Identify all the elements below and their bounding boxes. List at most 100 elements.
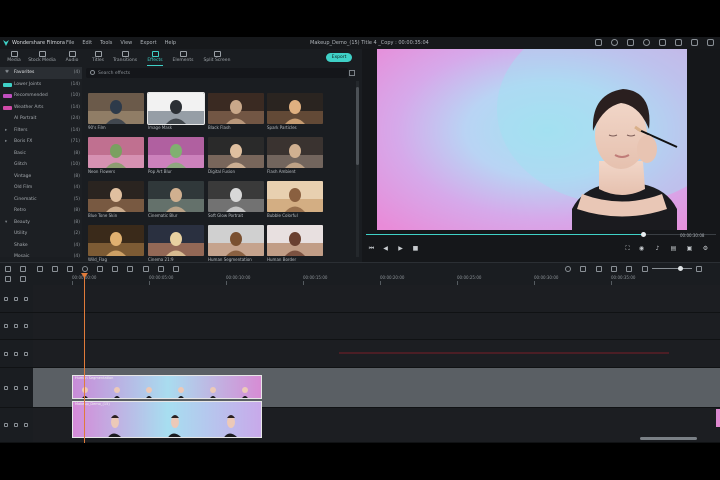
track-lane[interactable] [33, 313, 720, 340]
menu-tools[interactable]: Tools [100, 40, 112, 46]
notification-icon[interactable] [643, 39, 650, 46]
more-tools-icon[interactable] [173, 266, 179, 272]
render-icon[interactable]: ▤ [670, 245, 677, 252]
menu-help[interactable]: Help [165, 40, 176, 46]
track-lane[interactable] [33, 340, 720, 368]
effect-thumbnail[interactable] [267, 181, 323, 212]
track-lock-icon[interactable] [14, 351, 18, 356]
grid-view-icon[interactable] [349, 70, 355, 76]
track-visibility-icon[interactable] [24, 351, 28, 356]
search-bar[interactable]: Search effects [86, 68, 348, 78]
zoom-slider[interactable] [652, 266, 692, 271]
cloud-icon[interactable] [627, 39, 634, 46]
sidebar-item[interactable]: AI Portrait (24) [0, 113, 82, 125]
feedback-icon[interactable] [595, 39, 602, 46]
tool-transitions[interactable]: Transitions [111, 51, 139, 63]
effect-thumbnail[interactable] [147, 92, 205, 125]
playhead[interactable] [84, 273, 85, 443]
motion-tracking-icon[interactable] [158, 266, 164, 272]
browser-scrollbar[interactable] [356, 81, 359, 257]
tool-stock-media[interactable]: Stock Media [28, 51, 56, 63]
track-mute-icon[interactable] [4, 351, 8, 356]
effect-thumbnail[interactable] [208, 225, 264, 256]
track-visibility-icon[interactable] [24, 296, 28, 301]
sidebar-item[interactable]: Mosaic (4) [0, 251, 82, 263]
tool-effects[interactable]: Effects [141, 51, 169, 66]
green-screen-icon[interactable] [127, 266, 133, 272]
sidebar-item[interactable]: Shake (4) [0, 240, 82, 252]
minimize-icon[interactable] [675, 39, 682, 46]
scrubber-handle[interactable] [641, 232, 646, 237]
track-lock-icon[interactable] [14, 385, 18, 390]
track-mute-icon[interactable] [4, 296, 8, 301]
sidebar-item[interactable]: Basic (8) [0, 148, 82, 160]
link-icon[interactable] [20, 276, 26, 282]
tool-media[interactable]: Media [0, 51, 28, 63]
rewind-icon[interactable]: ◀ [382, 245, 389, 252]
tool-audio[interactable]: Audio [58, 51, 86, 63]
track-mute-icon[interactable] [4, 324, 8, 328]
timeline-horizontal-scrollbar[interactable] [640, 437, 697, 440]
track-manager-icon[interactable] [626, 266, 632, 272]
track-visibility-icon[interactable] [24, 324, 28, 328]
settings-icon[interactable]: ⚙ [702, 245, 709, 252]
render-preview-icon[interactable] [565, 266, 571, 272]
search-input[interactable]: Search effects [98, 71, 130, 76]
quality-icon[interactable]: ▣ [686, 245, 693, 252]
add-track-icon[interactable] [5, 276, 11, 282]
effect-thumbnail[interactable] [148, 225, 204, 256]
sidebar-item[interactable]: ▾ Beauty (8) [0, 217, 82, 229]
snapshot-icon[interactable]: ◉ [638, 245, 645, 252]
track-lock-icon[interactable] [14, 324, 18, 328]
keyframe-icon[interactable] [143, 266, 149, 272]
crop-icon[interactable] [67, 266, 73, 272]
tool-elements[interactable]: Elements [169, 51, 197, 63]
effect-thumbnail[interactable] [208, 137, 264, 168]
effect-thumbnail[interactable] [208, 181, 264, 212]
stop-icon[interactable]: ■ [412, 245, 419, 252]
timeline-vertical-scrollbar[interactable] [716, 409, 720, 427]
account-icon[interactable] [611, 39, 618, 46]
sidebar-item[interactable]: Cinematic (5) [0, 194, 82, 206]
snap-icon[interactable] [611, 266, 617, 272]
effect-thumbnail[interactable] [148, 137, 204, 168]
split-icon[interactable] [52, 266, 58, 272]
close-icon[interactable] [707, 39, 714, 46]
effect-thumbnail[interactable] [267, 225, 323, 256]
menu-export[interactable]: Export [140, 40, 156, 46]
zoom-in-icon[interactable] [696, 266, 702, 272]
sidebar-item[interactable]: Weather Arts (14) [0, 102, 82, 114]
effect-thumbnail[interactable] [88, 93, 144, 124]
fullscreen-icon[interactable]: ⛶ [624, 245, 631, 252]
playback-scrubber[interactable] [366, 232, 716, 237]
previous-frame-icon[interactable]: ⏮ [368, 245, 375, 252]
effect-thumbnail[interactable] [88, 137, 144, 168]
effect-clip[interactable]: Human Segmentation [72, 375, 262, 399]
sidebar-item[interactable]: ▸ Boris FX (71) [0, 136, 82, 148]
delete-icon[interactable] [37, 266, 43, 272]
track-mute-icon[interactable] [4, 385, 8, 390]
marker-icon[interactable] [580, 266, 586, 272]
expand-arrow-icon[interactable]: ▸ [5, 139, 7, 144]
effect-thumbnail[interactable] [267, 93, 323, 124]
menu-file[interactable]: File [66, 40, 74, 46]
audio-mixer-icon[interactable] [112, 266, 118, 272]
speed-icon[interactable] [82, 266, 88, 272]
sidebar-item[interactable]: ▸ Filters (14) [0, 125, 82, 137]
sidebar-item[interactable]: Old Film (4) [0, 182, 82, 194]
track-visibility-icon[interactable] [24, 423, 28, 427]
effect-thumbnail[interactable] [88, 181, 144, 212]
redo-icon[interactable] [20, 266, 26, 272]
export-button[interactable]: Export [326, 53, 352, 62]
menu-edit[interactable]: Edit [82, 40, 92, 46]
save-icon[interactable] [659, 39, 666, 46]
track-lock-icon[interactable] [14, 423, 18, 427]
undo-icon[interactable] [5, 266, 11, 272]
track-visibility-icon[interactable] [24, 385, 28, 390]
volume-icon[interactable]: ♪ [654, 245, 661, 252]
effect-thumbnail[interactable] [267, 137, 323, 168]
zoom-out-icon[interactable] [642, 266, 648, 272]
effect-thumbnail[interactable] [208, 93, 264, 124]
sidebar-item[interactable]: Recommended (10) [0, 90, 82, 102]
sidebar-item[interactable]: Lower Joints (14) [0, 79, 82, 91]
